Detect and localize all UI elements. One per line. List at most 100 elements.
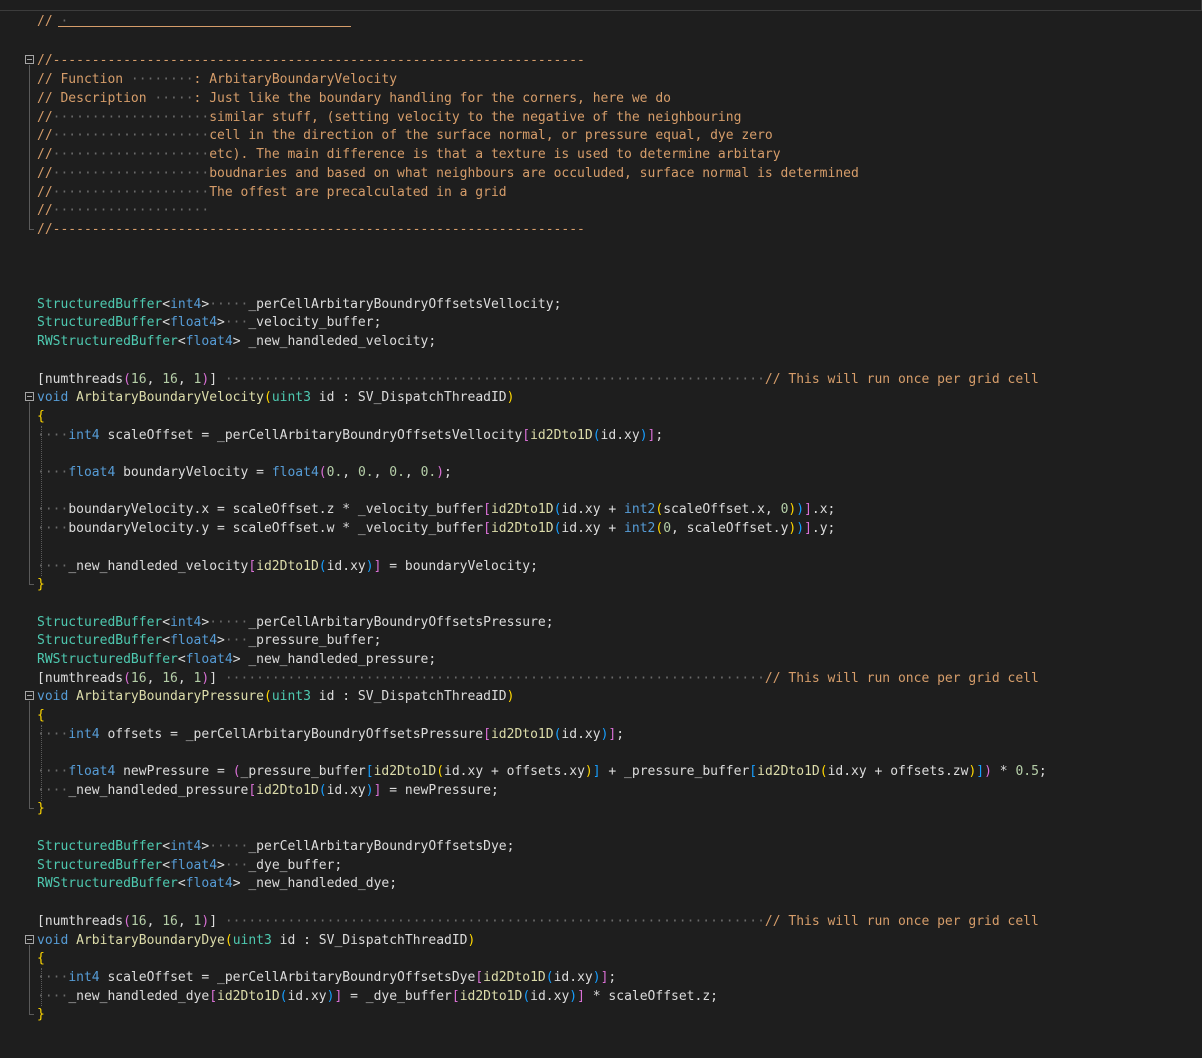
code-token: [: [483, 727, 491, 742]
fold-end-mark: [29, 229, 34, 230]
code-token: _pressure_buffer;: [248, 633, 382, 648]
fold-toggle-icon[interactable]: [25, 935, 34, 944]
code-line[interactable]: void ArbitaryBoundaryVelocity(uint3 id :…: [37, 388, 514, 407]
code-token: .x;: [811, 502, 836, 517]
code-line[interactable]: ····int4 offsets = _perCellArbitaryBound…: [37, 725, 624, 744]
code-token: ;: [444, 465, 452, 480]
code-line[interactable]: ····float4 boundaryVelocity = float4(0.,…: [37, 463, 452, 482]
code-token: ,: [342, 465, 358, 480]
code-token: etc). The main difference is that a text…: [209, 147, 781, 162]
code-token: 0.: [389, 465, 405, 480]
code-token: ····: [37, 764, 69, 779]
code-line[interactable]: //····················boudnaries and bas…: [37, 164, 859, 183]
code-line[interactable]: RWStructuredBuffer<float4> _new_handlede…: [37, 332, 436, 351]
code-line[interactable]: StructuredBuffer<int4>·····_perCellArbit…: [37, 295, 561, 314]
code-token: id : SV_DispatchThreadID: [271, 933, 468, 948]
code-token: [: [522, 428, 531, 443]
code-line[interactable]: StructuredBuffer<float4>···_pressure_buf…: [37, 631, 381, 650]
code-token: ]: [804, 502, 812, 517]
code-line[interactable]: //····················: [37, 201, 209, 220]
code-line[interactable]: [numthreads(16, 16, 1)] ················…: [37, 370, 1039, 389]
code-token: int4: [68, 970, 100, 985]
code-line[interactable]: ····boundaryVelocity.x = scaleOffset.z *…: [37, 500, 835, 519]
code-line[interactable]: // ·: [37, 12, 68, 31]
code-line[interactable]: }: [37, 1005, 45, 1024]
code-line[interactable]: //--------------------------------------…: [37, 220, 585, 239]
code-line[interactable]: RWStructuredBuffer<float4> _new_handlede…: [37, 650, 436, 669]
code-token: ·····: [209, 615, 249, 630]
code-line[interactable]: ····int4 scaleOffset = _perCellArbitaryB…: [37, 968, 616, 987]
code-line[interactable]: // Function ········: ArbitaryBoundaryVe…: [37, 70, 397, 89]
code-line[interactable]: void ArbitaryBoundaryDye(uint3 id : SV_D…: [37, 931, 475, 950]
code-token: ····: [37, 989, 69, 1004]
code-editor[interactable]: // · //----------------------------------…: [0, 0, 1202, 1058]
code-line[interactable]: void ArbitaryBoundaryPressure(uint3 id :…: [37, 687, 514, 706]
code-line[interactable]: }: [37, 575, 45, 594]
code-token: id.xy: [553, 970, 593, 985]
code-token: StructuredBuffer: [37, 297, 163, 312]
code-token: //: [37, 110, 53, 125]
code-line[interactable]: ····int4 scaleOffset = _perCellArbitaryB…: [37, 426, 663, 445]
code-token: {: [37, 951, 45, 966]
code-line[interactable]: // Description ·····: Just like the boun…: [37, 89, 671, 108]
code-line[interactable]: //--------------------------------------…: [37, 51, 585, 70]
code-token: RWStructuredBuffer: [37, 334, 178, 349]
code-token: //--------------------------------------…: [37, 222, 585, 237]
code-line[interactable]: {: [37, 949, 45, 968]
code-token: id.xy: [600, 428, 640, 443]
code-token: ,: [177, 372, 194, 387]
code-line[interactable]: ····_new_handleded_velocity[id2Dto1D(id.…: [37, 557, 538, 576]
code-line[interactable]: RWStructuredBuffer<float4> _new_handlede…: [37, 874, 397, 893]
code-token: void: [37, 390, 69, 405]
code-token: [: [451, 989, 460, 1004]
code-token: _perCellArbitaryBoundryOffsetsVellocity;: [248, 297, 562, 312]
code-line[interactable]: ····_new_handleded_dye[id2Dto1D(id.xy)] …: [37, 987, 718, 1006]
code-line[interactable]: StructuredBuffer<int4>·····_perCellArbit…: [37, 837, 514, 856]
fold-guide-line: [29, 945, 30, 1014]
code-token: id : SV_DispatchThreadID: [310, 390, 507, 405]
code-token: _new_handleded_pressure: [68, 783, 249, 798]
fold-toggle-icon[interactable]: [25, 55, 34, 64]
code-token: + _pressure_buffer: [600, 764, 750, 779]
code-token: _new_handleded_pressure;: [248, 652, 437, 667]
code-line[interactable]: }: [37, 799, 45, 818]
code-token: (: [318, 783, 327, 798]
code-token: id2Dto1D: [483, 970, 546, 985]
code-line[interactable]: StructuredBuffer<float4>···_velocity_buf…: [37, 313, 381, 332]
code-line[interactable]: //····················etc). The main dif…: [37, 145, 781, 164]
code-token: ········································…: [217, 914, 765, 929]
code-token: ): [796, 521, 805, 536]
code-line[interactable]: [numthreads(16, 16, 1)] ················…: [37, 669, 1039, 688]
code-token: similar stuff, (setting velocity to the …: [209, 110, 742, 125]
code-token: boundaryVelocity =: [115, 465, 272, 480]
code-line[interactable]: {: [37, 706, 45, 725]
code-token: ····: [37, 559, 69, 574]
code-token: 16: [130, 671, 147, 686]
code-token: [: [248, 783, 257, 798]
code-line[interactable]: //····················similar stuff, (se…: [37, 108, 741, 127]
fold-toggle-icon[interactable]: [25, 691, 34, 700]
fold-toggle-icon[interactable]: [25, 392, 34, 401]
code-token: ArbitaryBoundaryVelocity: [76, 390, 264, 405]
code-line[interactable]: ····float4 newPressure = (_pressure_buff…: [37, 762, 1047, 781]
code-line[interactable]: [numthreads(16, 16, 1)] ················…: [37, 912, 1039, 931]
code-token: ,: [373, 465, 390, 480]
code-line[interactable]: //····················The offest are pre…: [37, 183, 507, 202]
code-token: ): [984, 764, 992, 779]
code-line[interactable]: ····_new_handleded_pressure[id2Dto1D(id.…: [37, 781, 499, 800]
code-token: float4: [185, 334, 233, 349]
fold-guide-line: [29, 402, 30, 584]
code-line[interactable]: {: [37, 407, 45, 426]
code-token: boundaryVelocity.y = scaleOffset.w * _ve…: [68, 521, 484, 536]
code-token: _new_handleded_dye;: [248, 876, 398, 891]
code-line[interactable]: StructuredBuffer<float4>···_dye_buffer;: [37, 856, 342, 875]
code-line[interactable]: ····boundaryVelocity.y = scaleOffset.w *…: [37, 519, 835, 538]
code-token: {: [37, 409, 45, 424]
code-token: boundaryVelocity.x = scaleOffset.z * _ve…: [68, 502, 484, 517]
code-line[interactable]: StructuredBuffer<int4>·····_perCellArbit…: [37, 613, 554, 632]
fold-end-mark: [29, 1014, 34, 1015]
code-line[interactable]: //····················cell in the direct…: [37, 126, 773, 145]
code-token: StructuredBuffer: [37, 839, 163, 854]
code-token: , scaleOffset.y: [671, 521, 789, 536]
code-token: 0.: [420, 465, 437, 480]
